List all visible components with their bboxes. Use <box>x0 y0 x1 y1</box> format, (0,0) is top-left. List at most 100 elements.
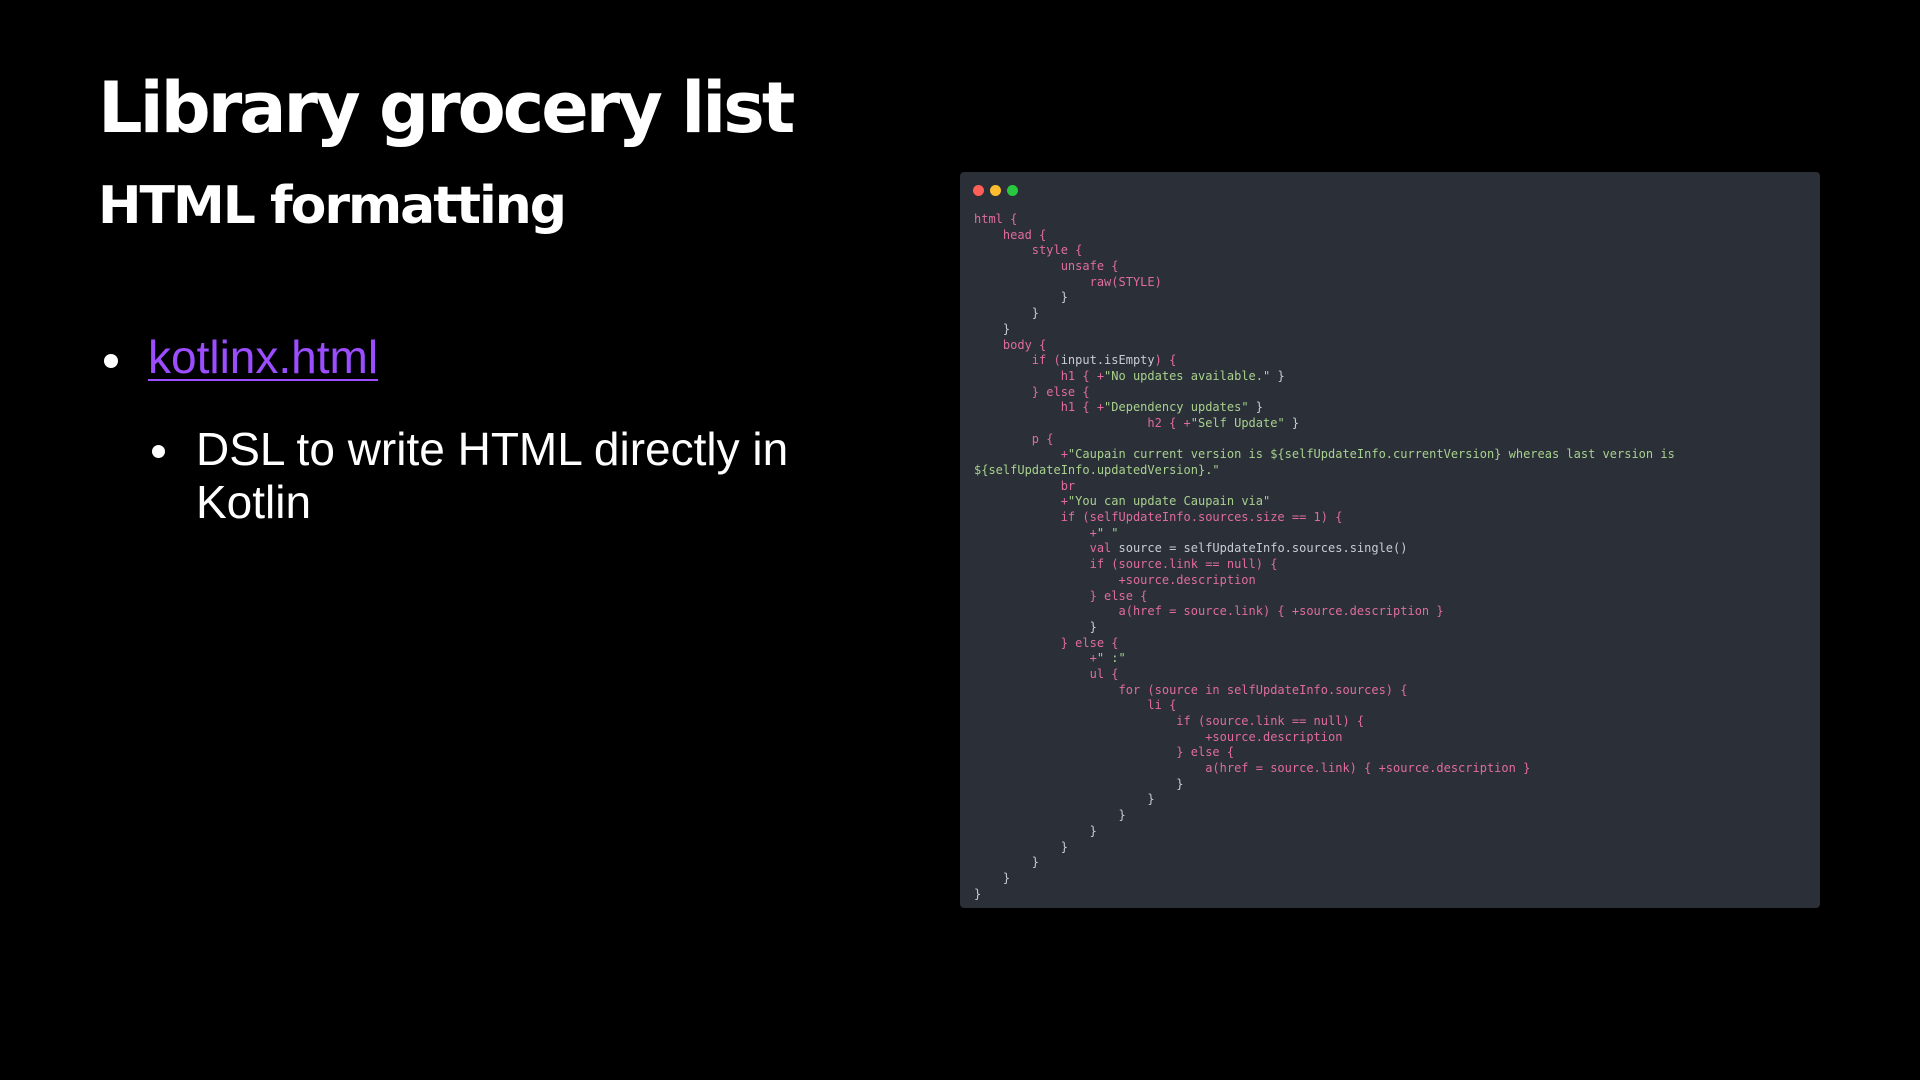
code-token: } <box>974 886 982 901</box>
code-token: html { <box>974 212 1018 226</box>
code-token: raw(STYLE) <box>974 274 1162 289</box>
code-token: } <box>974 306 1040 321</box>
code-token: head { <box>974 227 1047 242</box>
code-line: li { <box>974 698 1675 714</box>
sub-bullet-text: DSL to write HTML directly in Kotlin <box>196 423 789 529</box>
code-screenshot-window: html { head { style { unsafe { raw(STYLE… <box>960 172 1820 908</box>
code-token: } else { <box>974 384 1090 399</box>
code-token: body { <box>974 337 1047 352</box>
code-line: +"You can update Caupain via" <box>974 494 1675 510</box>
bullet-item-kotlinx: kotlinx.html DSL to write HTML directly … <box>98 330 858 529</box>
code-token: + <box>974 651 1097 666</box>
code-line: +"Caupain current version is ${selfUpdat… <box>974 447 1675 463</box>
code-token: } <box>1270 368 1285 383</box>
code-token: +source.description <box>974 729 1343 744</box>
code-token: } <box>974 792 1155 807</box>
code-line: h2 { +"Self Update" } <box>974 416 1675 432</box>
code-token: h2 { + <box>974 415 1191 430</box>
slide-subtitle: HTML formatting <box>98 176 567 236</box>
code-line: } <box>974 824 1675 840</box>
code-token: + <box>974 494 1068 509</box>
code-token: "Self Update" <box>1190 415 1285 430</box>
slide-title: Library grocery list <box>98 67 795 149</box>
code-token: } else { <box>974 588 1148 603</box>
window-traffic-lights <box>973 185 1018 196</box>
sub-bullet-list: DSL to write HTML directly in Kotlin <box>148 423 858 529</box>
code-token: ${selfUpdateInfo.updatedVersion}." <box>974 463 1220 477</box>
code-line: } else { <box>974 636 1675 652</box>
code-line: head { <box>974 228 1675 244</box>
code-token: "Caupain current version is ${selfUpdate… <box>1067 447 1675 462</box>
bullet-dot-icon <box>104 354 118 368</box>
code-token: +source.description <box>974 572 1256 587</box>
code-token: } else { <box>974 745 1235 760</box>
code-token: unsafe { <box>974 259 1119 274</box>
code-token: if (source.link == null) { <box>974 557 1278 572</box>
code-line: if (source.link == null) { <box>974 714 1675 730</box>
code-token: p { <box>974 431 1054 446</box>
code-token: } <box>1284 415 1300 430</box>
code-line: } <box>974 855 1675 871</box>
code-line: if (source.link == null) { <box>974 557 1675 573</box>
code-token: } <box>974 619 1097 634</box>
code-line: } <box>974 322 1675 338</box>
code-token: a(href = source.link) { +source.descript… <box>974 604 1444 619</box>
code-line: ul { <box>974 667 1675 683</box>
code-token: + <box>974 447 1068 462</box>
code-line: a(href = source.link) { +source.descript… <box>974 604 1675 620</box>
code-line: } <box>974 840 1675 856</box>
bullet-list: kotlinx.html DSL to write HTML directly … <box>98 330 858 529</box>
code-line: p { <box>974 432 1675 448</box>
code-line: +" " <box>974 526 1675 542</box>
code-token: style { <box>974 243 1083 258</box>
code-token: "You can update Caupain via" <box>1067 494 1271 509</box>
code-token: for (source in selfUpdateInfo.sources) { <box>974 682 1408 697</box>
code-line: } <box>974 871 1675 887</box>
code-line: br <box>974 479 1675 495</box>
code-line: ${selfUpdateInfo.updatedVersion}." <box>974 463 1675 479</box>
code-token: li { <box>974 698 1177 713</box>
kotlinx-html-link[interactable]: kotlinx.html <box>148 331 378 383</box>
code-token: } <box>974 870 1011 885</box>
code-token: " :" <box>1096 651 1126 666</box>
code-line: } <box>974 620 1675 636</box>
slide: Library grocery list HTML formatting kot… <box>0 0 1920 1080</box>
code-line: } <box>974 808 1675 824</box>
code-block: html { head { style { unsafe { raw(STYLE… <box>974 212 1675 902</box>
code-token: input.isEmpty <box>1060 353 1155 368</box>
code-token: ) { <box>1154 353 1177 368</box>
code-token: ul { <box>974 666 1119 681</box>
minimize-dot-icon <box>990 185 1001 196</box>
code-token: "Dependency updates" <box>1104 400 1249 415</box>
code-line: style { <box>974 243 1675 259</box>
code-line: h1 { +"Dependency updates" } <box>974 400 1675 416</box>
code-token: if ( <box>974 353 1061 368</box>
code-line: } <box>974 306 1675 322</box>
code-token: } <box>974 823 1097 838</box>
code-line: +source.description <box>974 730 1675 746</box>
code-token: } else { <box>974 635 1119 650</box>
code-line: } <box>974 777 1675 793</box>
code-token: } <box>974 321 1011 336</box>
code-token: } <box>974 839 1068 854</box>
code-token: if (selfUpdateInfo.sources.size == 1) { <box>974 510 1343 525</box>
code-line: +source.description <box>974 573 1675 589</box>
code-token: } <box>974 855 1040 870</box>
code-line: body { <box>974 338 1675 354</box>
code-token: source = selfUpdateInfo.sources.single() <box>1118 541 1408 556</box>
close-dot-icon <box>973 185 984 196</box>
code-token: " " <box>1096 525 1119 540</box>
code-token: } <box>974 290 1068 305</box>
code-line: } <box>974 887 1675 903</box>
code-line: val source = selfUpdateInfo.sources.sing… <box>974 541 1675 557</box>
code-line: raw(STYLE) <box>974 275 1675 291</box>
code-line: } <box>974 792 1675 808</box>
code-token: "No updates available." <box>1104 368 1271 383</box>
code-line: } <box>974 290 1675 306</box>
code-token: + <box>974 525 1097 540</box>
code-token: val <box>974 541 1119 556</box>
code-line: html { <box>974 212 1675 228</box>
code-token: h1 { + <box>974 368 1105 383</box>
code-token: if (source.link == null) { <box>974 714 1365 728</box>
code-line: a(href = source.link) { +source.descript… <box>974 761 1675 777</box>
